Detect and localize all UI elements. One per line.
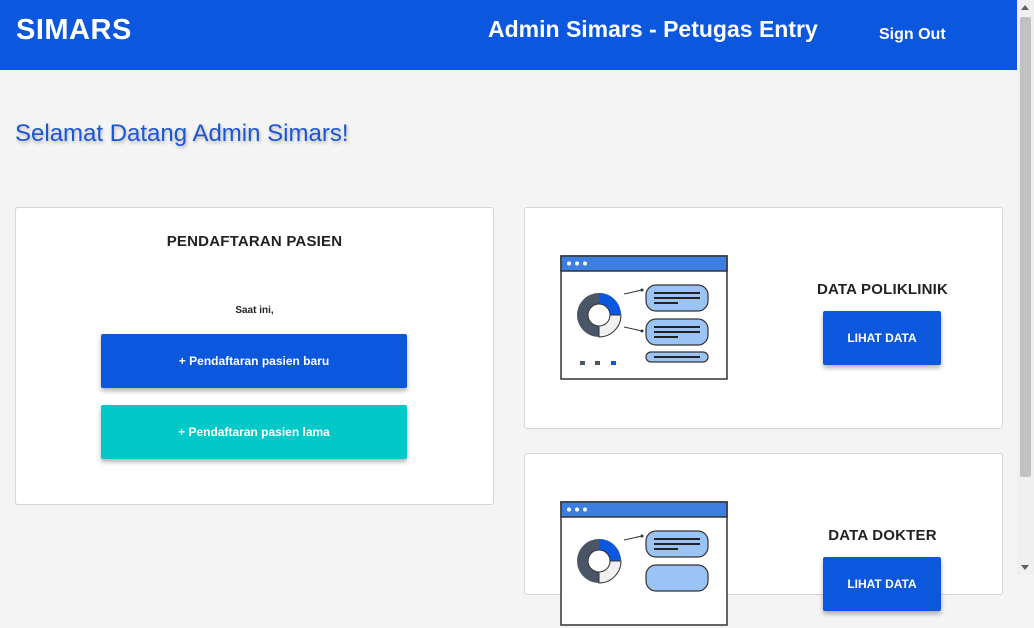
dashboard-illustration-icon [560,255,728,380]
dashboard-illustration-icon [560,501,728,626]
data-poliklinik-title: DATA POLIKLINIK [816,281,949,298]
pendaftaran-title: PENDAFTARAN PASIEN [166,233,343,250]
pendaftaran-pasien-baru-button[interactable]: + Pendaftaran pasien baru [101,334,407,388]
welcome-heading: Selamat Datang Admin Simars! [15,120,349,147]
lihat-data-poliklinik-button[interactable]: LIHAT DATA [823,311,941,365]
scroll-down-icon[interactable] [1021,565,1029,570]
pendaftaran-pasien-lama-button[interactable]: + Pendaftaran pasien lama [101,405,407,459]
lihat-data-dokter-button[interactable]: LIHAT DATA [823,557,941,611]
sign-out-link[interactable]: Sign Out [879,26,946,44]
saat-ini-label: Saat ini, [235,305,274,316]
brand-logo[interactable]: SIMARS [16,14,132,47]
scrollbar-thumb[interactable] [1020,17,1031,477]
data-dokter-card: DATA DOKTER LIHAT DATA [524,453,1003,626]
data-poliklinik-card: DATA POLIKLINIK LIHAT DATA [524,207,1003,429]
pendaftaran-pasien-card: PENDAFTARAN PASIEN Saat ini, + Pendaftar… [15,207,494,505]
page-header-title: Admin Simars - Petugas Entry [488,16,818,42]
data-dokter-title: DATA DOKTER [828,527,937,544]
top-navbar: SIMARS Admin Simars - Petugas Entry Sign… [0,0,1017,70]
scroll-up-icon[interactable] [1021,5,1029,10]
